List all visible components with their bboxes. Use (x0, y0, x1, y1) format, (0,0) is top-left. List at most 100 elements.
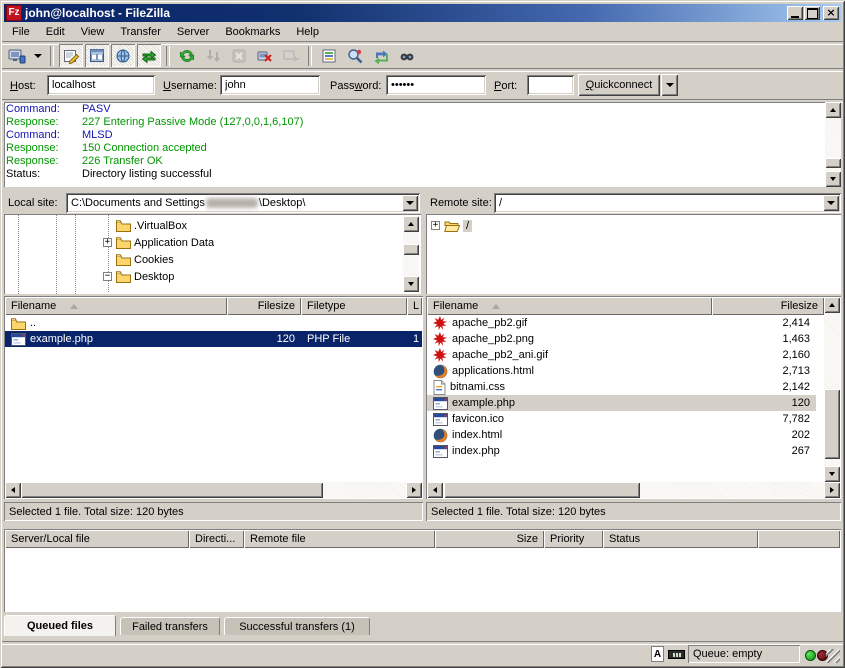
tab-successful-transfers-1-[interactable]: Successful transfers (1) (224, 617, 370, 635)
remote-hscrollbar[interactable] (427, 482, 840, 498)
toggle-local-tree-button[interactable] (85, 44, 109, 67)
local-tree-scrollbar[interactable] (403, 216, 419, 292)
close-button[interactable]: × (823, 6, 839, 20)
queue-col-size[interactable]: Size (435, 530, 544, 548)
file-row-example-php[interactable]: example.php120PHP File1 (5, 331, 422, 347)
host-input[interactable] (47, 75, 155, 95)
resize-grip[interactable] (826, 649, 840, 663)
local-path-combo[interactable]: C:\Documents and Settings\Desktop\ (66, 193, 420, 213)
scroll-up-button[interactable] (825, 102, 841, 118)
synchronized-browsing-button[interactable] (369, 44, 393, 67)
tree-guide (75, 214, 76, 294)
queue-col-status[interactable]: Status (603, 530, 758, 548)
scroll-up-button[interactable] (403, 216, 419, 232)
scroll-right-button[interactable] (824, 482, 840, 498)
tree-item-root[interactable]: +/ (431, 217, 472, 234)
queue-col-filler[interactable] (758, 530, 840, 548)
synchronized-browsing-icon (373, 48, 389, 64)
disconnect-button[interactable] (253, 44, 277, 67)
quickconnect-button[interactable]: Quickconnect (578, 74, 660, 96)
file-row-index-html[interactable]: index.html202 (427, 427, 816, 443)
local-path-dropdown-button[interactable] (402, 195, 418, 211)
site-manager-button[interactable] (5, 44, 29, 67)
toggle-remote-tree-button[interactable] (111, 44, 135, 67)
collapse-icon[interactable]: − (103, 272, 112, 281)
scroll-up-button[interactable] (824, 297, 840, 313)
directory-comparison-button[interactable] (343, 44, 367, 67)
remote-col-filename[interactable]: Filename (427, 297, 712, 315)
menu-item-view[interactable]: View (73, 24, 113, 40)
tab-queued-files[interactable]: Queued files (4, 615, 116, 636)
scroll-left-button[interactable] (5, 482, 21, 498)
local-col-l[interactable]: L (407, 297, 422, 315)
title-bar[interactable]: Fz john@localhost - FileZilla × (4, 4, 841, 22)
file-row-favicon-ico[interactable]: favicon.ico7,782 (427, 411, 816, 427)
local-col-filesize[interactable]: Filesize (227, 297, 301, 315)
local-col-filename[interactable]: Filename (5, 297, 227, 315)
scroll-thumb[interactable] (444, 482, 640, 498)
scroll-down-button[interactable] (824, 466, 840, 482)
tree-item-cookies[interactable]: Cookies (103, 251, 174, 268)
remote-col-filesize[interactable]: Filesize (712, 297, 824, 315)
file-row-bitnami-css[interactable]: bitnami.css2,142 (427, 379, 816, 395)
find-files-button[interactable] (395, 44, 419, 67)
password-label: Password: (330, 80, 381, 92)
file-row-apache-pb2-ani-gif[interactable]: apache_pb2_ani.gif2,160 (427, 347, 816, 363)
quickconnect-dropdown-button[interactable] (661, 74, 678, 96)
file-name-cell: index.html (427, 427, 712, 443)
queue-col-server-local-file[interactable]: Server/Local file (5, 530, 189, 548)
scroll-left-button[interactable] (427, 482, 443, 498)
file-row-applications-html[interactable]: applications.html2,713 (427, 363, 816, 379)
toggle-transfer-queue-button[interactable] (137, 44, 161, 67)
menu-item-help[interactable]: Help (288, 24, 327, 40)
log-scrollbar[interactable] (825, 102, 841, 187)
queue-col-priority[interactable]: Priority (544, 530, 603, 548)
tree-item--virtualbox[interactable]: .VirtualBox (103, 217, 187, 234)
scroll-down-button[interactable] (825, 171, 841, 187)
tree-item-application-data[interactable]: +Application Data (103, 234, 214, 251)
menu-item-transfer[interactable]: Transfer (112, 24, 169, 40)
queue-col-remote-file[interactable]: Remote file (244, 530, 435, 548)
scroll-right-button[interactable] (406, 482, 422, 498)
remote-path-dropdown-button[interactable] (823, 195, 839, 211)
local-hscrollbar[interactable] (5, 482, 422, 498)
remote-vscrollbar[interactable] (824, 297, 840, 482)
password-input[interactable] (386, 75, 486, 95)
scroll-thumb[interactable] (21, 482, 323, 498)
scroll-down-button[interactable] (403, 276, 419, 292)
username-input[interactable] (220, 75, 320, 95)
file-row-apache-pb2-png[interactable]: apache_pb2.png1,463 (427, 331, 816, 347)
expand-icon[interactable]: + (103, 238, 112, 247)
folder-file-icon (11, 317, 26, 330)
menu-item-bookmarks[interactable]: Bookmarks (217, 24, 288, 40)
local-path-text: C:\Documents and Settings\Desktop\ (71, 197, 305, 209)
toggle-message-log-button[interactable] (59, 44, 83, 67)
directory-listing-filters-button[interactable] (317, 44, 341, 67)
local-col-filetype[interactable]: Filetype (301, 297, 407, 315)
menu-item-server[interactable]: Server (169, 24, 217, 40)
filezilla-window: Fz john@localhost - FileZilla × FileEdit… (0, 0, 845, 668)
remote-path-text: / (499, 197, 502, 209)
log-line: Command:PASV (6, 103, 823, 116)
scroll-thumb[interactable] (403, 244, 419, 255)
tree-guide (18, 214, 19, 294)
tab-failed-transfers[interactable]: Failed transfers (120, 617, 220, 635)
file-row-index-php[interactable]: index.php267 (427, 443, 816, 459)
tree-item-desktop[interactable]: −Desktop (103, 268, 174, 285)
expand-icon[interactable]: + (431, 221, 440, 230)
scroll-thumb[interactable] (824, 389, 840, 459)
remote-path-combo[interactable]: / (494, 193, 841, 213)
file-row-apache-pb2-gif[interactable]: apache_pb2.gif2,414 (427, 315, 816, 331)
file-row-example-php[interactable]: example.php120 (427, 395, 816, 411)
file-row--[interactable]: .. (5, 315, 422, 331)
menu-item-file[interactable]: File (4, 24, 38, 40)
queue-col-directi-[interactable]: Directi... (189, 530, 244, 548)
refresh-button[interactable] (175, 44, 199, 67)
refresh-icon (179, 48, 195, 64)
menu-item-edit[interactable]: Edit (38, 24, 73, 40)
minimize-button[interactable] (787, 6, 803, 20)
maximize-button[interactable] (804, 6, 820, 20)
scroll-thumb[interactable] (825, 158, 841, 168)
port-input[interactable] (527, 75, 574, 95)
site-manager-dropdown-button[interactable] (31, 44, 45, 67)
